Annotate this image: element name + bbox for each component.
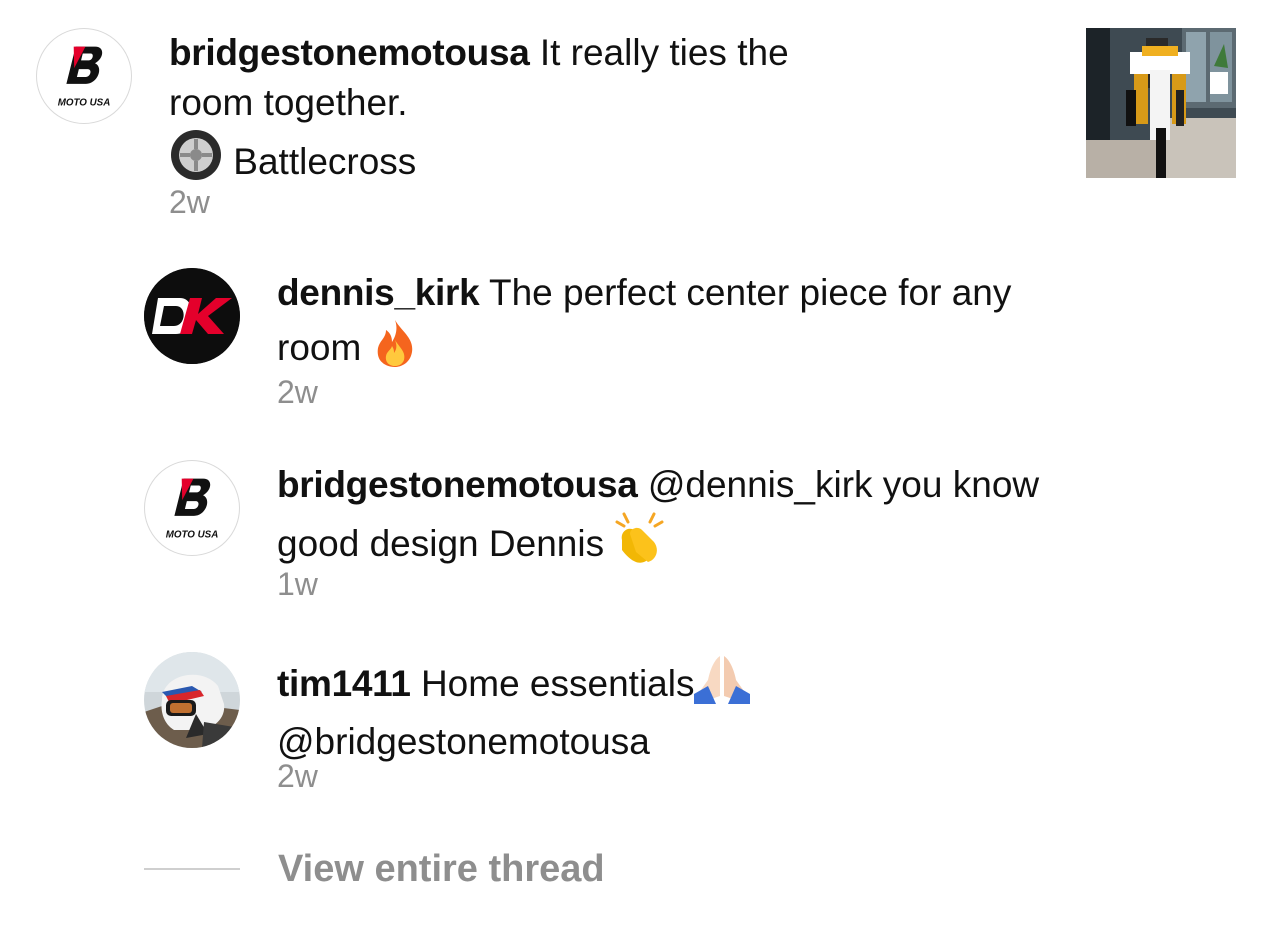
folded-hands-emoji-icon (694, 652, 751, 717)
comment-username[interactable]: bridgestonemotousa (277, 464, 638, 505)
comment-body-line1: It really ties the (539, 32, 789, 73)
comment-text: bridgestonemotousa It really ties the ro… (169, 28, 789, 195)
comment-body-line2: room together. (169, 82, 408, 123)
comment-body-line3: Battlecross (233, 141, 417, 182)
comment-body-line2: good design Dennis (277, 523, 605, 564)
bridgestone-logo-icon: MOTO USA (166, 478, 219, 540)
view-entire-thread-link[interactable]: View entire thread (278, 846, 605, 892)
helmet-rider-photo-icon (144, 652, 240, 748)
comment-body-line1: @dennis_kirk you know (647, 464, 1040, 505)
comment-timestamp: 2w (277, 758, 318, 794)
comment-body-line2: room (277, 327, 362, 368)
comment-username[interactable]: dennis_kirk (277, 272, 480, 313)
comment-body-line2[interactable]: @bridgestonemotousa (277, 717, 750, 767)
avatar-bridgestonemotousa[interactable]: MOTO USA (144, 460, 240, 556)
avatar-tim1411[interactable] (144, 652, 240, 748)
avatar-logo-text: MOTO USA (166, 529, 219, 540)
post-thumbnail[interactable] (1086, 28, 1236, 178)
comment-username[interactable]: tim1411 (277, 663, 411, 704)
motorcycle-photo (1086, 28, 1236, 178)
comment-body-line1: The perfect center piece for any (488, 272, 1012, 313)
fire-emoji-icon (372, 318, 418, 381)
bridgestone-logo-icon: MOTO USA (58, 46, 111, 108)
comment-timestamp: 2w (169, 184, 210, 220)
comment-username[interactable]: bridgestonemotousa (169, 32, 530, 73)
thread-divider (144, 868, 240, 870)
comment-text: bridgestonemotousa @dennis_kirk you know… (277, 460, 1039, 577)
avatar-dennis-kirk[interactable] (144, 268, 240, 364)
comment-text: tim1411 Home essentials @bridgestonemoto… (277, 652, 751, 767)
clapping-hands-emoji-icon (614, 510, 666, 577)
comment-timestamp: 1w (277, 566, 318, 602)
comment-timestamp: 2w (277, 374, 318, 410)
comment-text: dennis_kirk The perfect center piece for… (277, 268, 1011, 381)
avatar-logo-text: MOTO USA (58, 97, 111, 108)
comment-body-line1: Home essentials (420, 663, 695, 704)
avatar-bridgestonemotousa[interactable]: MOTO USA (36, 28, 132, 124)
dk-logo-icon (144, 268, 240, 364)
